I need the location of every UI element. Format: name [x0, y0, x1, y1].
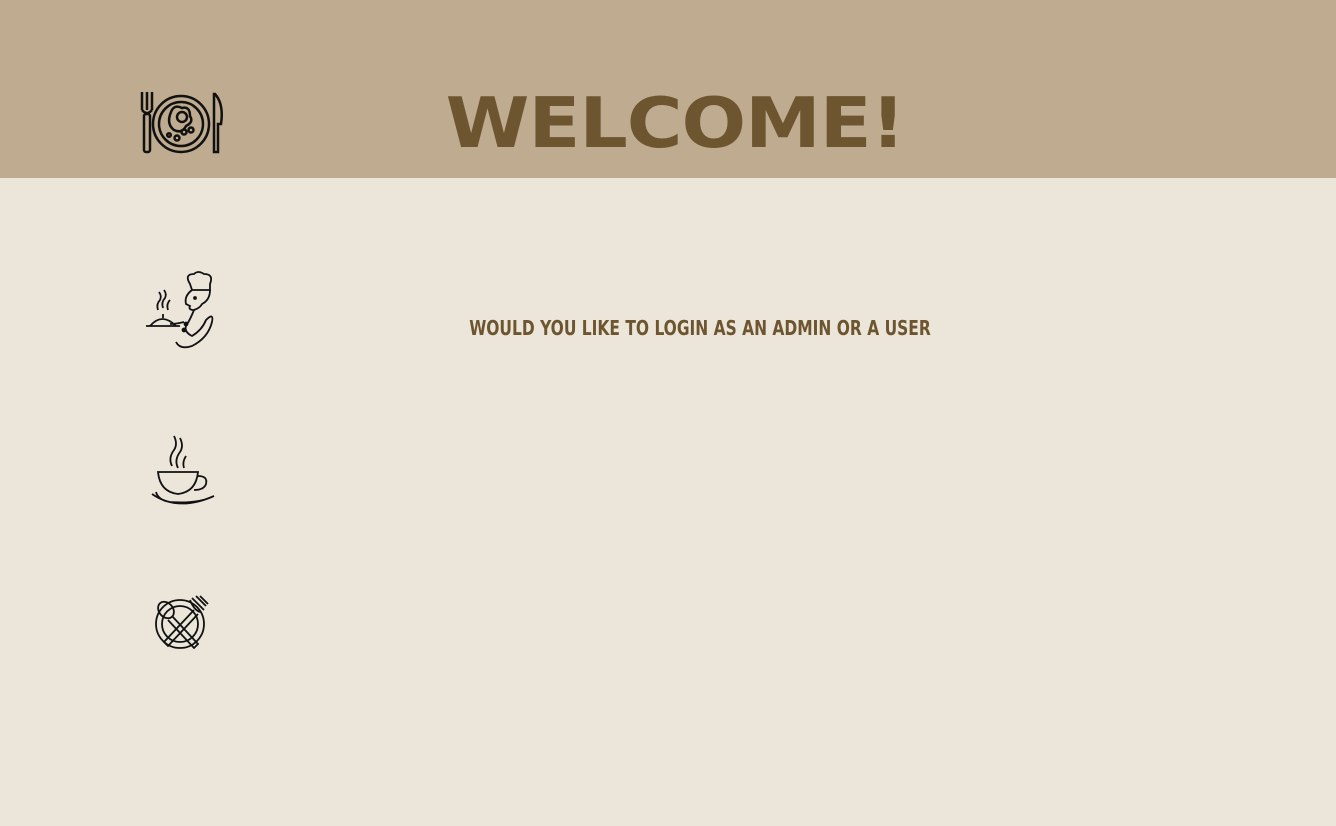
coffee-cup-icon	[148, 432, 218, 508]
welcome-title: WELCOME!	[445, 81, 906, 164]
chef-icon	[140, 270, 220, 352]
login-prompt: WOULD YOU LIKE TO LOGIN AS AN ADMIN OR A…	[469, 316, 931, 340]
plate-spoon-fork-icon	[152, 594, 210, 652]
plate-cutlery-icon	[138, 90, 226, 156]
